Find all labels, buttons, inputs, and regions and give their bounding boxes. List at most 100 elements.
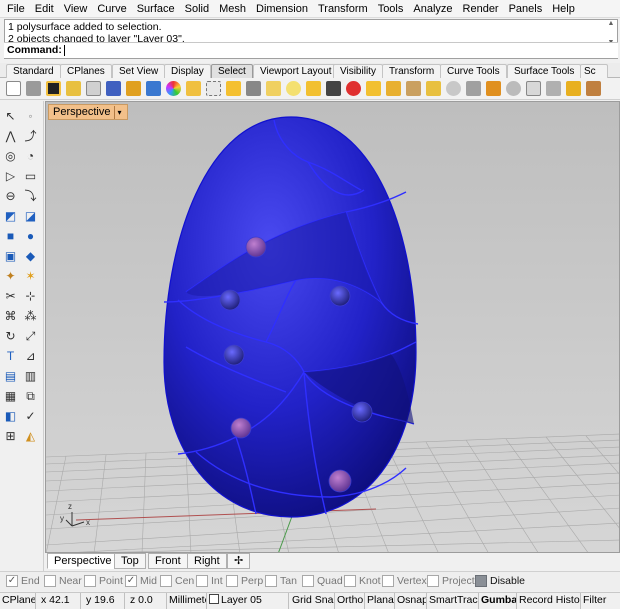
viewport-canvas[interactable]: z x y [46,102,620,553]
offset-curve-icon[interactable]: ⊖ [3,189,18,204]
osnap-point-checkbox[interactable] [84,575,96,587]
toggle-planar[interactable]: Planar [365,593,395,609]
add-viewport-tab-icon[interactable]: ✢ [227,553,251,569]
tab-cplanes[interactable]: CPlanes [60,64,112,78]
menu-solid[interactable]: Solid [180,0,214,18]
select-grips-icon[interactable] [526,81,541,96]
split-icon[interactable]: ✂ [3,289,18,304]
menu-tools[interactable]: Tools [373,0,409,18]
invert-selection-icon[interactable] [86,81,101,96]
hatch-icon[interactable]: ▥ [23,369,38,384]
menu-mesh[interactable]: Mesh [214,0,251,18]
osnap-int-checkbox[interactable] [196,575,208,587]
osnap-knot-checkbox[interactable] [344,575,356,587]
osnap-quad-checkbox[interactable] [302,575,314,587]
explode-icon[interactable]: ✶ [23,269,38,284]
osnap-cen-checkbox[interactable] [160,575,172,587]
tab-transform[interactable]: Transform [382,64,442,78]
select-all-icon[interactable] [46,81,61,96]
box-icon[interactable]: ■ [3,229,18,244]
select-dots-icon[interactable] [306,81,321,96]
polyline-icon[interactable]: ⋀ [3,129,18,144]
tab-standard[interactable]: Standard [6,64,61,78]
point-icon[interactable]: ◦ [23,109,38,124]
menu-help[interactable]: Help [547,0,580,18]
menu-file[interactable]: File [2,0,30,18]
osnap-perp-checkbox[interactable] [226,575,238,587]
osnap-near-checkbox[interactable] [44,575,56,587]
tab-display[interactable]: Display [164,64,211,78]
osnap-mid-checkbox[interactable]: ✓ [125,575,137,587]
tab-select[interactable]: Select [211,64,253,78]
toggle-smarttrack[interactable]: SmartTrack [427,593,479,609]
select-clipping-planes-icon[interactable] [446,81,461,96]
curve-icon[interactable]: ⤴ [23,129,38,144]
tab-surface-tools[interactable]: Surface Tools [507,64,582,78]
select-color-icon[interactable] [166,81,181,96]
menu-render[interactable]: Render [458,0,504,18]
menu-view[interactable]: View [59,0,93,18]
osnap-near[interactable]: Near [44,575,82,587]
status-units[interactable]: Millimete [167,593,207,609]
osnap-tan[interactable]: Tan [265,575,297,587]
select-points-icon[interactable] [126,81,141,96]
trim-icon[interactable]: ⊹ [23,289,38,304]
osnap-project-checkbox[interactable] [427,575,439,587]
select-annotations-icon[interactable] [286,81,301,96]
circle-icon[interactable]: ◎ [3,149,18,164]
toggle-record-history[interactable]: Record History [517,593,581,609]
osnap-quad[interactable]: Quad [302,575,343,587]
select-details-icon[interactable] [506,81,521,96]
osnap-disable[interactable]: Disable [475,575,525,587]
layer-icon[interactable]: ◧ [3,409,18,424]
osnap-vertex[interactable]: Vertex [382,575,427,587]
sphere-icon[interactable]: ● [23,229,38,244]
menu-surface[interactable]: Surface [132,0,180,18]
select-open-surfaces-icon[interactable] [366,81,381,96]
tab-curve-tools[interactable]: Curve Tools [440,64,507,78]
toggle-ortho[interactable]: Ortho [335,593,365,609]
toggle-gumball[interactable]: Gumball [479,593,517,609]
osnap-tan-checkbox[interactable] [265,575,277,587]
select-meshes-icon[interactable] [226,81,241,96]
osnap-cen[interactable]: Cen [160,575,194,587]
toggle-osnap[interactable]: Osnap [395,593,427,609]
osnap-point[interactable]: Point [84,575,123,587]
dimension-icon[interactable]: ⊿ [23,349,38,364]
mesh-icon[interactable]: ◆ [23,249,38,264]
status-layer[interactable]: Layer 05 [207,593,289,609]
osnap-project[interactable]: Project [427,575,475,587]
select-duplicates-icon[interactable] [346,81,361,96]
scale-icon[interactable]: ⤢ [23,329,38,344]
extrude-curve-icon[interactable]: ◪ [23,209,38,224]
polygon-icon[interactable]: ▷ [3,169,18,184]
viewport-menu-chevron-icon[interactable]: ▾ [114,106,123,119]
select-objects-icon[interactable] [426,81,441,96]
new-document-icon[interactable] [6,81,21,96]
viewport-title-tab[interactable]: Perspective ▾ [48,104,129,120]
arc-icon[interactable]: ◔ [23,149,38,164]
copy-icon[interactable]: ⧉ [23,389,38,404]
select-none-icon[interactable] [66,81,81,96]
osnap-mid[interactable]: ✓ Mid [125,575,157,587]
rectangle-icon[interactable]: ▭ [23,169,38,184]
menu-curve[interactable]: Curve [92,0,131,18]
tab-set-view[interactable]: Set View [112,64,166,78]
menu-analyze[interactable]: Analyze [408,0,457,18]
array-icon[interactable]: ▦ [3,389,18,404]
rotate-icon[interactable]: ↻ [3,329,18,344]
tab-sc[interactable]: Sc [580,64,608,78]
check-icon[interactable]: ✓ [23,409,38,424]
select-polysurfaces-icon[interactable] [206,81,221,96]
select-blocks-icon[interactable] [266,81,281,96]
tab-visibility[interactable]: Visibility [333,64,383,78]
select-small-objects-icon[interactable] [546,81,561,96]
viewport-tab-perspective[interactable]: Perspective [47,553,119,569]
select-arrow-icon[interactable]: ↖ [3,109,18,124]
block-icon[interactable]: ▤ [3,369,18,384]
osnap-end-checkbox[interactable]: ✓ [6,575,18,587]
osnap-knot[interactable]: Knot [344,575,381,587]
viewport-tab-front[interactable]: Front [148,553,188,569]
select-lights-icon[interactable] [246,81,261,96]
select-surfaces-icon[interactable] [186,81,201,96]
